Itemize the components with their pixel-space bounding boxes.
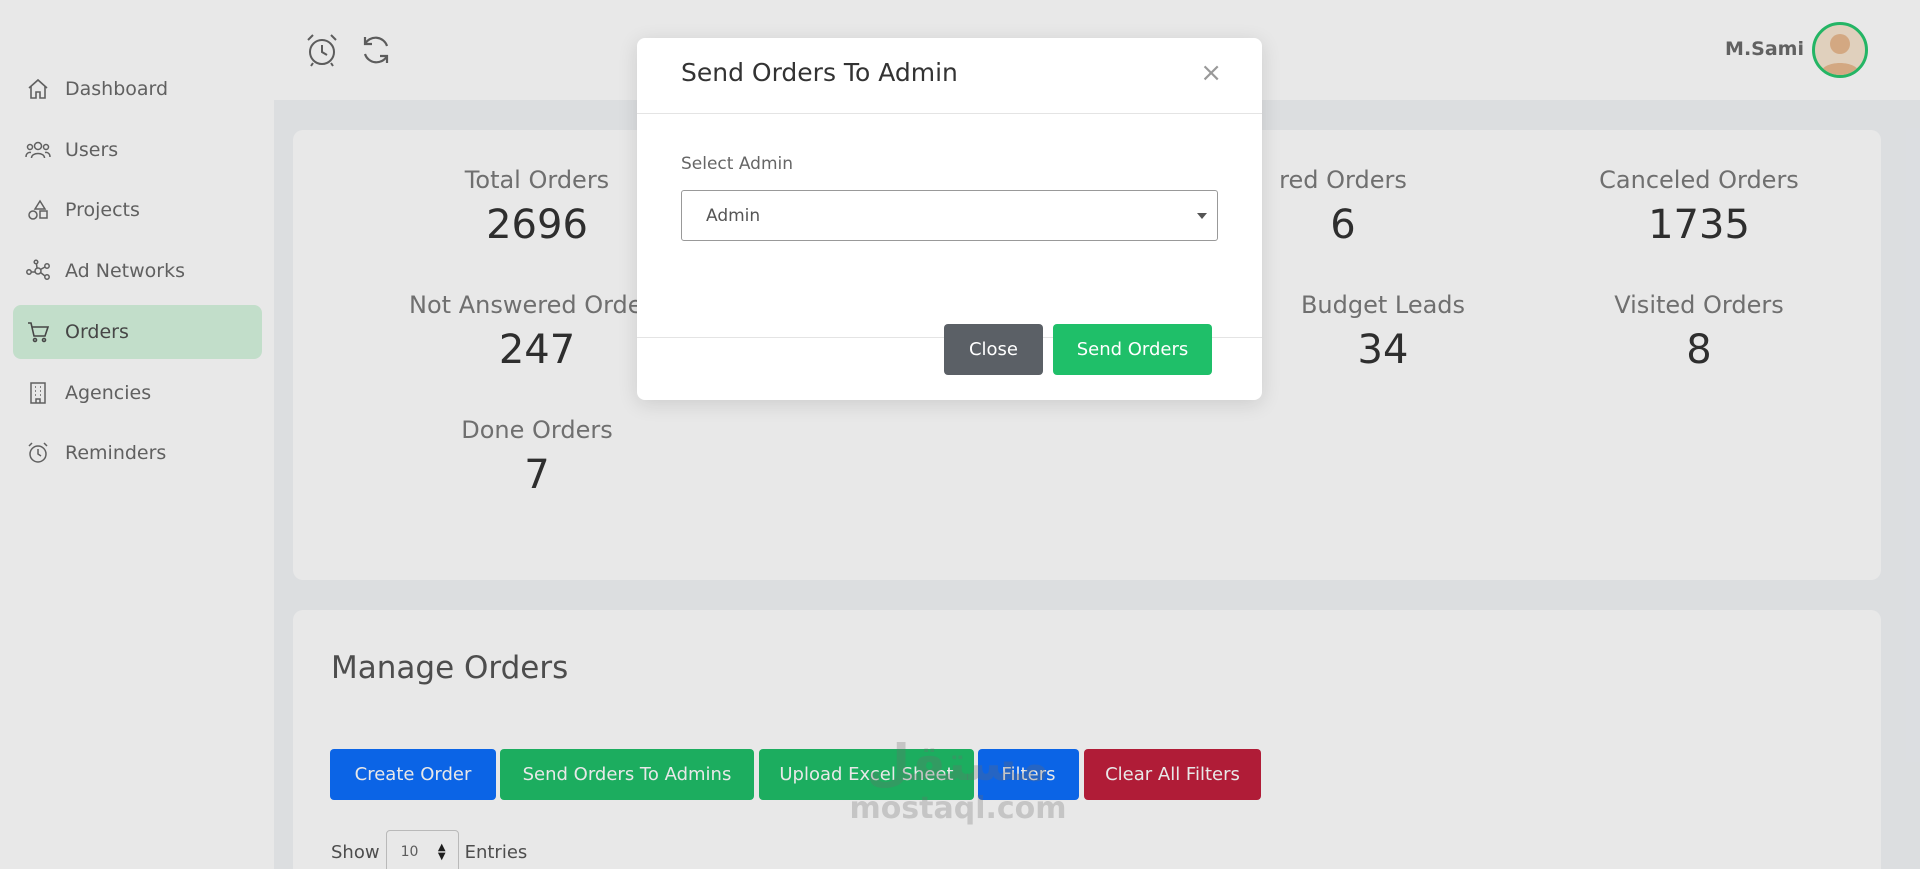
admin-select[interactable]: Admin xyxy=(681,190,1218,241)
close-icon[interactable]: × xyxy=(1200,58,1222,88)
send-orders-modal: Send Orders To Admin × Select Admin Admi… xyxy=(637,38,1262,400)
modal-header: Send Orders To Admin × xyxy=(637,38,1262,114)
chevron-down-icon xyxy=(1197,213,1207,219)
modal-title: Send Orders To Admin xyxy=(681,58,958,87)
modal-close-button[interactable]: Close xyxy=(944,324,1043,375)
send-orders-button[interactable]: Send Orders xyxy=(1053,324,1212,375)
modal-body: Select Admin Admin xyxy=(637,114,1262,338)
select-admin-label: Select Admin xyxy=(681,154,794,174)
admin-select-value: Admin xyxy=(706,205,761,226)
